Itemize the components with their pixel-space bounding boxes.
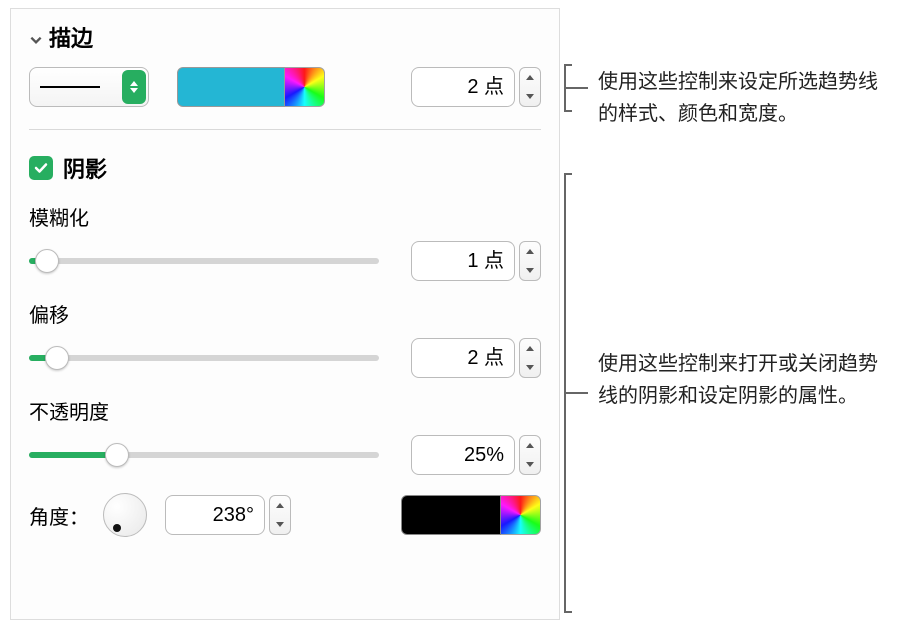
color-wheel-icon[interactable] [285,67,325,107]
stroke-width-group: 2 点 [411,67,541,107]
blur-label: 模糊化 [29,202,541,231]
stepper-up-icon[interactable] [520,436,540,455]
callout-line [564,64,572,66]
color-wheel-icon[interactable] [501,495,541,535]
stepper-up-icon[interactable] [520,339,540,358]
stroke-color-well[interactable] [177,67,285,107]
stepper-down-icon[interactable] [270,515,290,534]
line-sample-icon [40,86,100,88]
shadow-color-group [401,495,541,535]
stroke-style-popup[interactable] [29,67,149,107]
shadow-label: 阴影 [63,152,107,184]
offset-stepper[interactable] [519,338,541,378]
blur-value-field[interactable]: 1 点 [411,241,515,281]
inspector-panel: 描边 2 点 阴影 模糊化 [10,8,560,620]
offset-label: 偏移 [29,299,541,328]
offset-slider[interactable] [29,344,379,372]
stroke-section-header[interactable]: 描边 [29,21,541,53]
stepper-down-icon[interactable] [520,261,540,280]
stepper-up-icon[interactable] [520,68,540,87]
stepper-down-icon[interactable] [520,455,540,474]
offset-block: 偏移 2 点 [29,299,541,378]
angle-stepper[interactable] [269,495,291,535]
stroke-row: 2 点 [29,67,541,107]
blur-stepper[interactable] [519,241,541,281]
blur-slider[interactable] [29,247,379,275]
callout-stroke-text: 使用这些控制来设定所选趋势线的样式、颜色和宽度。 [598,66,878,130]
offset-value-field[interactable]: 2 点 [411,338,515,378]
stroke-width-field[interactable]: 2 点 [411,67,515,107]
stepper-down-icon[interactable] [520,87,540,106]
angle-value-field[interactable]: 238° [165,495,265,535]
opacity-value-field[interactable]: 25% [411,435,515,475]
shadow-checkbox[interactable] [29,156,53,180]
callout-line [564,87,588,89]
opacity-label: 不透明度 [29,396,541,425]
blur-block: 模糊化 1 点 [29,202,541,281]
stepper-down-icon[interactable] [520,358,540,377]
updown-arrows-icon [122,70,146,104]
stroke-color-group [177,67,325,107]
callout-line [564,173,572,175]
angle-label: 角度： [29,501,89,530]
angle-row: 角度： 238° [29,493,541,537]
stroke-section-title: 描边 [49,21,93,53]
callouts: 使用这些控制来设定所选趋势线的样式、颜色和宽度。 使用这些控制来打开或关闭趋势线… [564,8,884,620]
chevron-down-icon [29,30,43,44]
stroke-width-stepper[interactable] [519,67,541,107]
callout-line [564,392,588,394]
shadow-color-well[interactable] [401,495,501,535]
angle-dial[interactable] [103,493,147,537]
angle-dot-icon [113,524,121,532]
callout-line [564,611,572,613]
opacity-stepper[interactable] [519,435,541,475]
shadow-checkbox-row: 阴影 [29,152,541,184]
callout-shadow-text: 使用这些控制来打开或关闭趋势线的阴影和设定阴影的属性。 [598,348,878,412]
stepper-up-icon[interactable] [270,496,290,515]
opacity-block: 不透明度 25% [29,396,541,475]
opacity-slider[interactable] [29,441,379,469]
callout-line [564,110,572,112]
stepper-up-icon[interactable] [520,242,540,261]
section-divider [29,129,541,130]
